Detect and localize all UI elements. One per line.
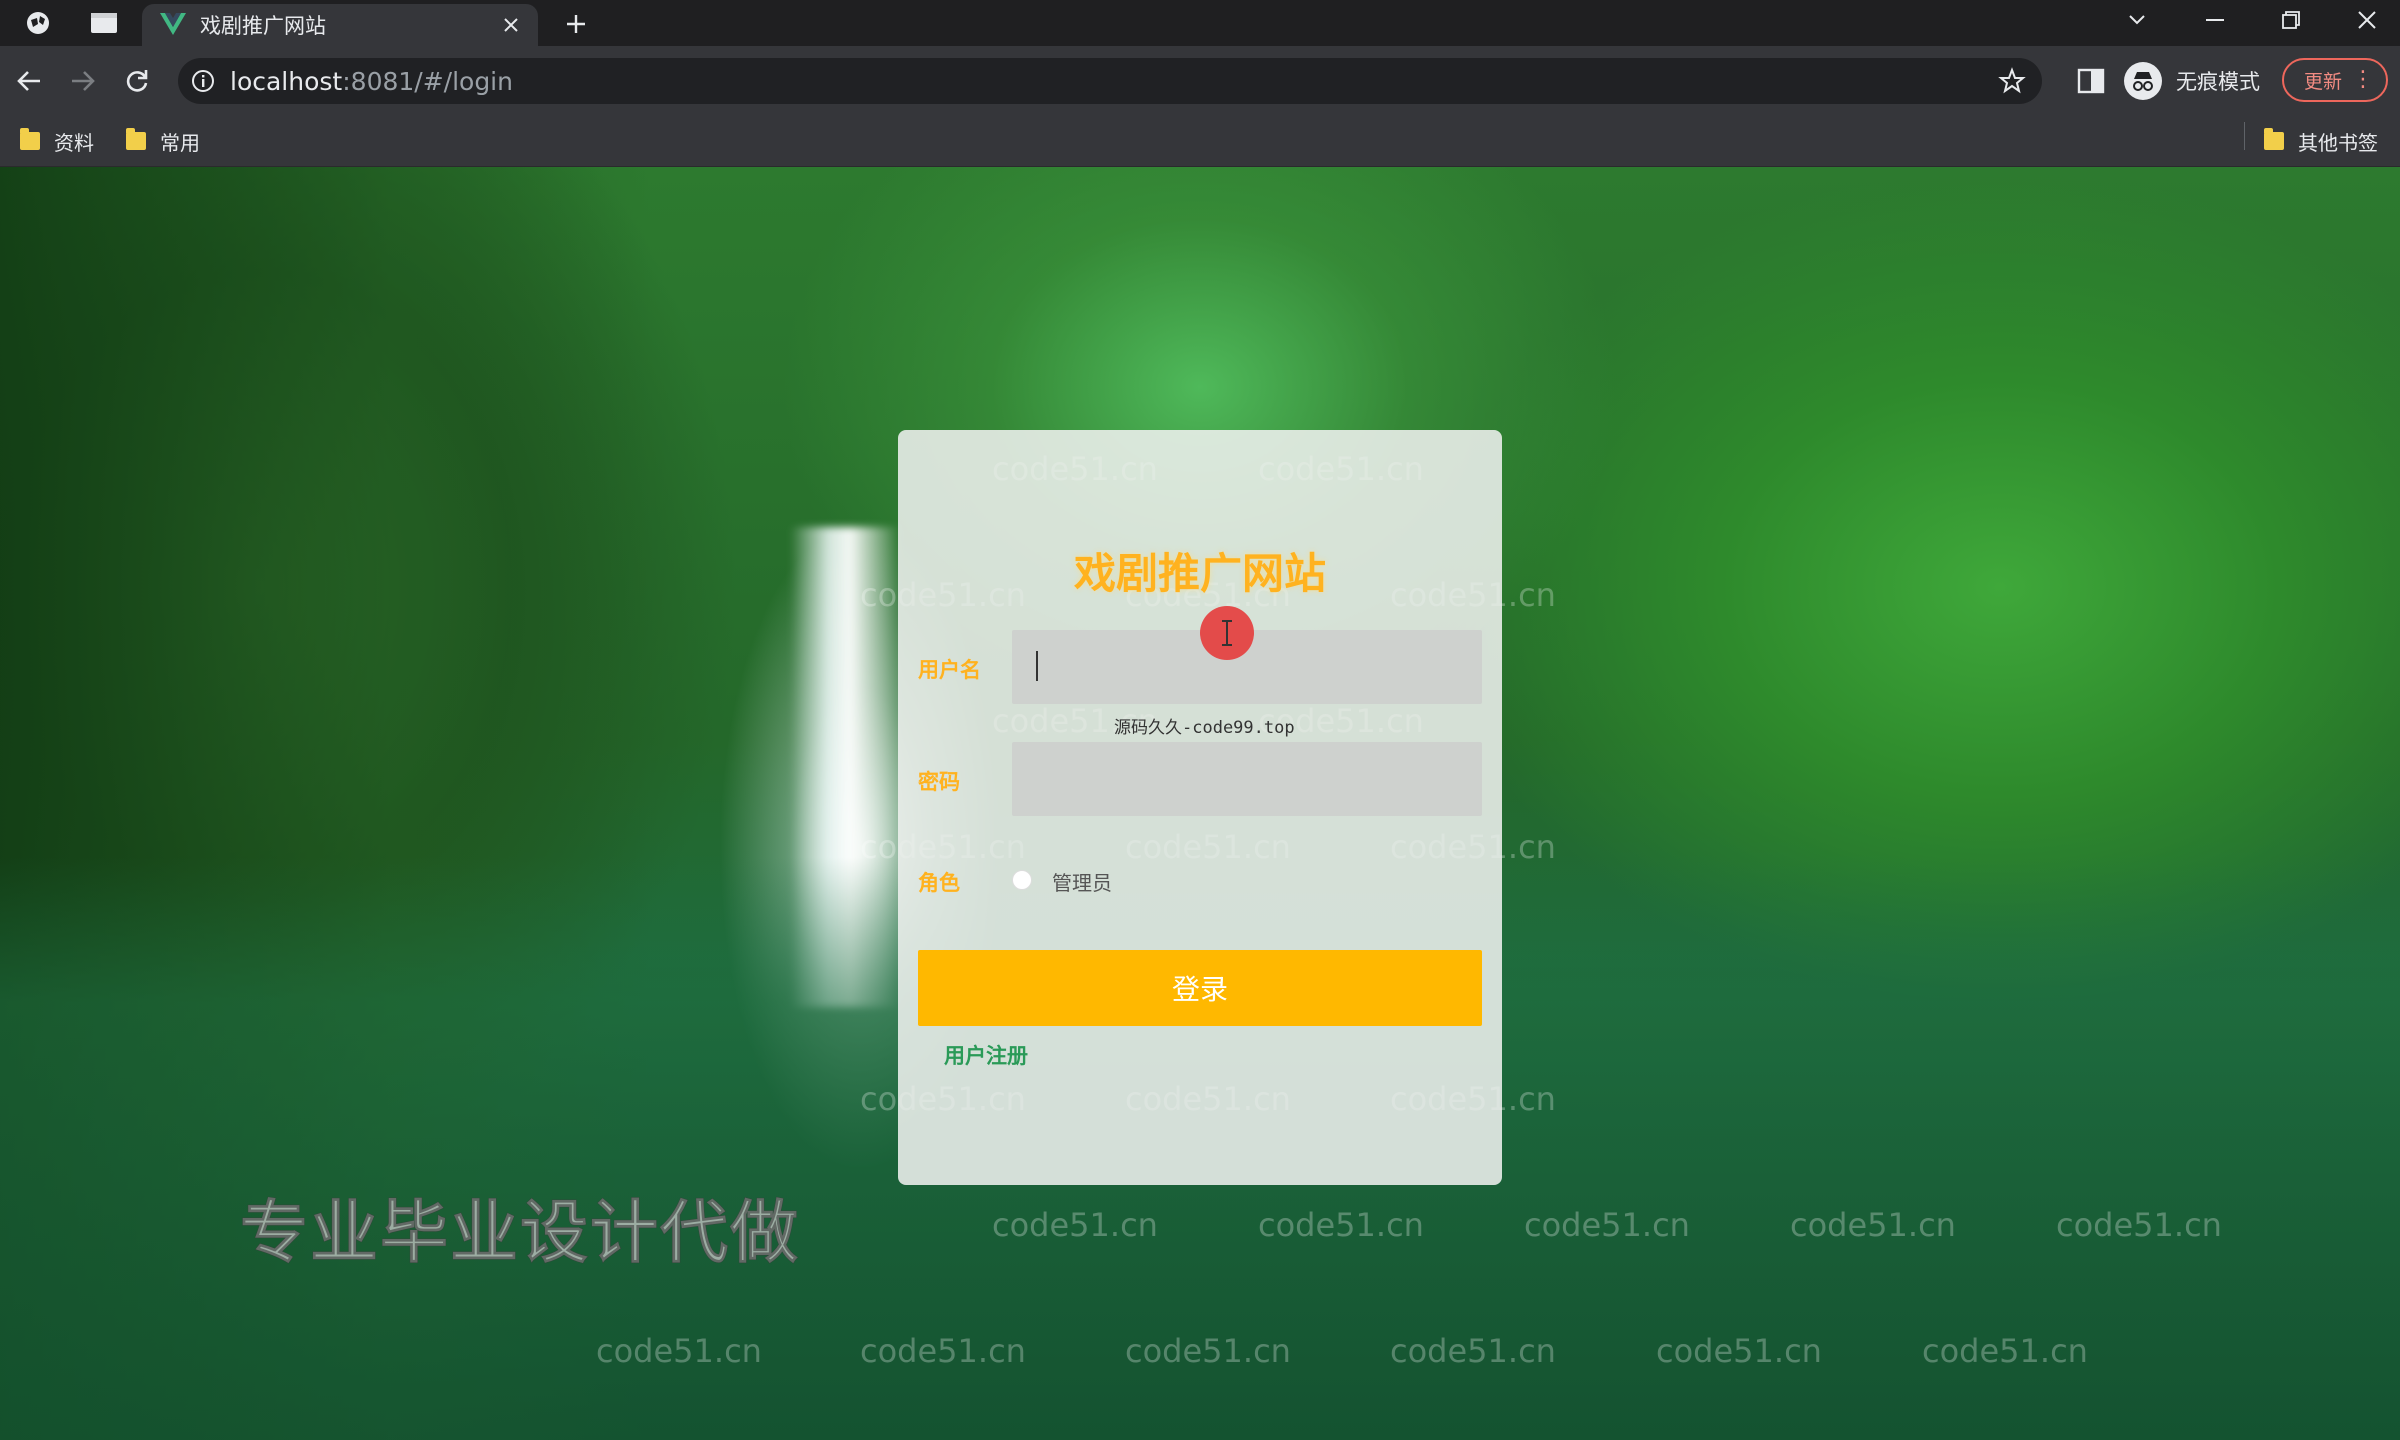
update-button[interactable]: 更新 ⋮ <box>2282 58 2388 102</box>
forward-icon[interactable] <box>64 62 102 100</box>
bookmark-folder-1[interactable]: 资料 <box>20 126 94 156</box>
close-icon[interactable] <box>498 12 524 38</box>
watermark: code51.cn <box>1922 1332 2088 1370</box>
watermark: code51.cn <box>1125 1332 1291 1370</box>
browser-tab-active[interactable]: 戏剧推广网站 <box>142 4 538 46</box>
folder-icon <box>2264 128 2284 150</box>
mouse-cursor-highlight <box>1200 606 1254 660</box>
login-card: 戏剧推广网站 用户名 源码久久-code99.top 密码 角色 管理员 登录 … <box>898 430 1502 1185</box>
chevron-down-icon[interactable] <box>2108 0 2166 40</box>
more-menu-icon[interactable]: ⋮ <box>2352 69 2374 91</box>
watermark: code51.cn <box>860 1332 1026 1370</box>
password-input[interactable] <box>1012 742 1482 816</box>
minimize-icon[interactable] <box>2186 0 2244 40</box>
bookmarks-bar: 资料 常用 其他书签 <box>0 116 2400 167</box>
address-bar[interactable]: localhost:8081/#/login <box>178 58 2042 104</box>
globe-icon[interactable] <box>22 8 54 38</box>
incognito-icon <box>2124 62 2162 100</box>
watermark: code51.cn <box>992 1206 1158 1244</box>
reload-icon[interactable] <box>118 62 156 100</box>
watermark: code51.cn <box>1790 1206 1956 1244</box>
bookmark-label: 常用 <box>160 130 200 155</box>
other-bookmarks-label: 其他书签 <box>2298 130 2378 155</box>
watermark: code51.cn <box>596 1332 762 1370</box>
text-caret <box>1036 651 1038 681</box>
bookmark-folder-2[interactable]: 常用 <box>126 126 200 156</box>
username-label: 用户名 <box>918 658 981 682</box>
role-option-label[interactable]: 管理员 <box>1052 867 1112 896</box>
update-label: 更新 <box>2304 70 2343 93</box>
url-text: localhost:8081/#/login <box>230 67 513 96</box>
tab-list-icon[interactable] <box>88 8 120 38</box>
text-cursor-icon <box>1222 620 1232 646</box>
role-radio-admin[interactable] <box>1012 870 1032 890</box>
incognito-label: 无痕模式 <box>2176 70 2260 94</box>
role-label: 角色 <box>918 871 960 895</box>
star-icon[interactable] <box>1998 67 2026 95</box>
plus-icon[interactable] <box>560 8 592 40</box>
watermark: code51.cn <box>1258 1206 1424 1244</box>
window-close-icon[interactable] <box>2338 0 2396 40</box>
login-button[interactable]: 登录 <box>918 950 1482 1026</box>
side-panel-icon[interactable] <box>2076 66 2106 96</box>
bookmark-separator <box>2244 122 2245 150</box>
password-label: 密码 <box>918 770 960 794</box>
info-icon[interactable] <box>190 68 216 94</box>
folder-icon <box>126 128 146 150</box>
bookmark-label: 资料 <box>54 130 94 155</box>
promo-overlay-text: 专业毕业设计代做 <box>239 1194 801 1274</box>
incognito-indicator[interactable]: 无痕模式 <box>2124 58 2260 104</box>
vue-logo-icon <box>160 13 186 35</box>
folder-icon <box>20 128 40 150</box>
restore-icon[interactable] <box>2262 0 2320 40</box>
watermark: code51.cn <box>1390 1332 1556 1370</box>
site-title: 戏剧推广网站 <box>1073 549 1326 598</box>
register-link[interactable]: 用户注册 <box>944 1040 1028 1070</box>
overlay-tip-text: 源码久久-code99.top <box>1114 718 1295 738</box>
watermark: code51.cn <box>1656 1332 1822 1370</box>
watermark: code51.cn <box>1524 1206 1690 1244</box>
watermark: code51.cn <box>2056 1206 2222 1244</box>
back-icon[interactable] <box>10 62 48 100</box>
tab-title: 戏剧推广网站 <box>200 14 326 38</box>
other-bookmarks[interactable]: 其他书签 <box>2264 126 2378 156</box>
tab-strip: 戏剧推广网站 <box>0 0 2400 46</box>
browser-toolbar: localhost:8081/#/login 无痕模式 更新 ⋮ <box>0 46 2400 116</box>
